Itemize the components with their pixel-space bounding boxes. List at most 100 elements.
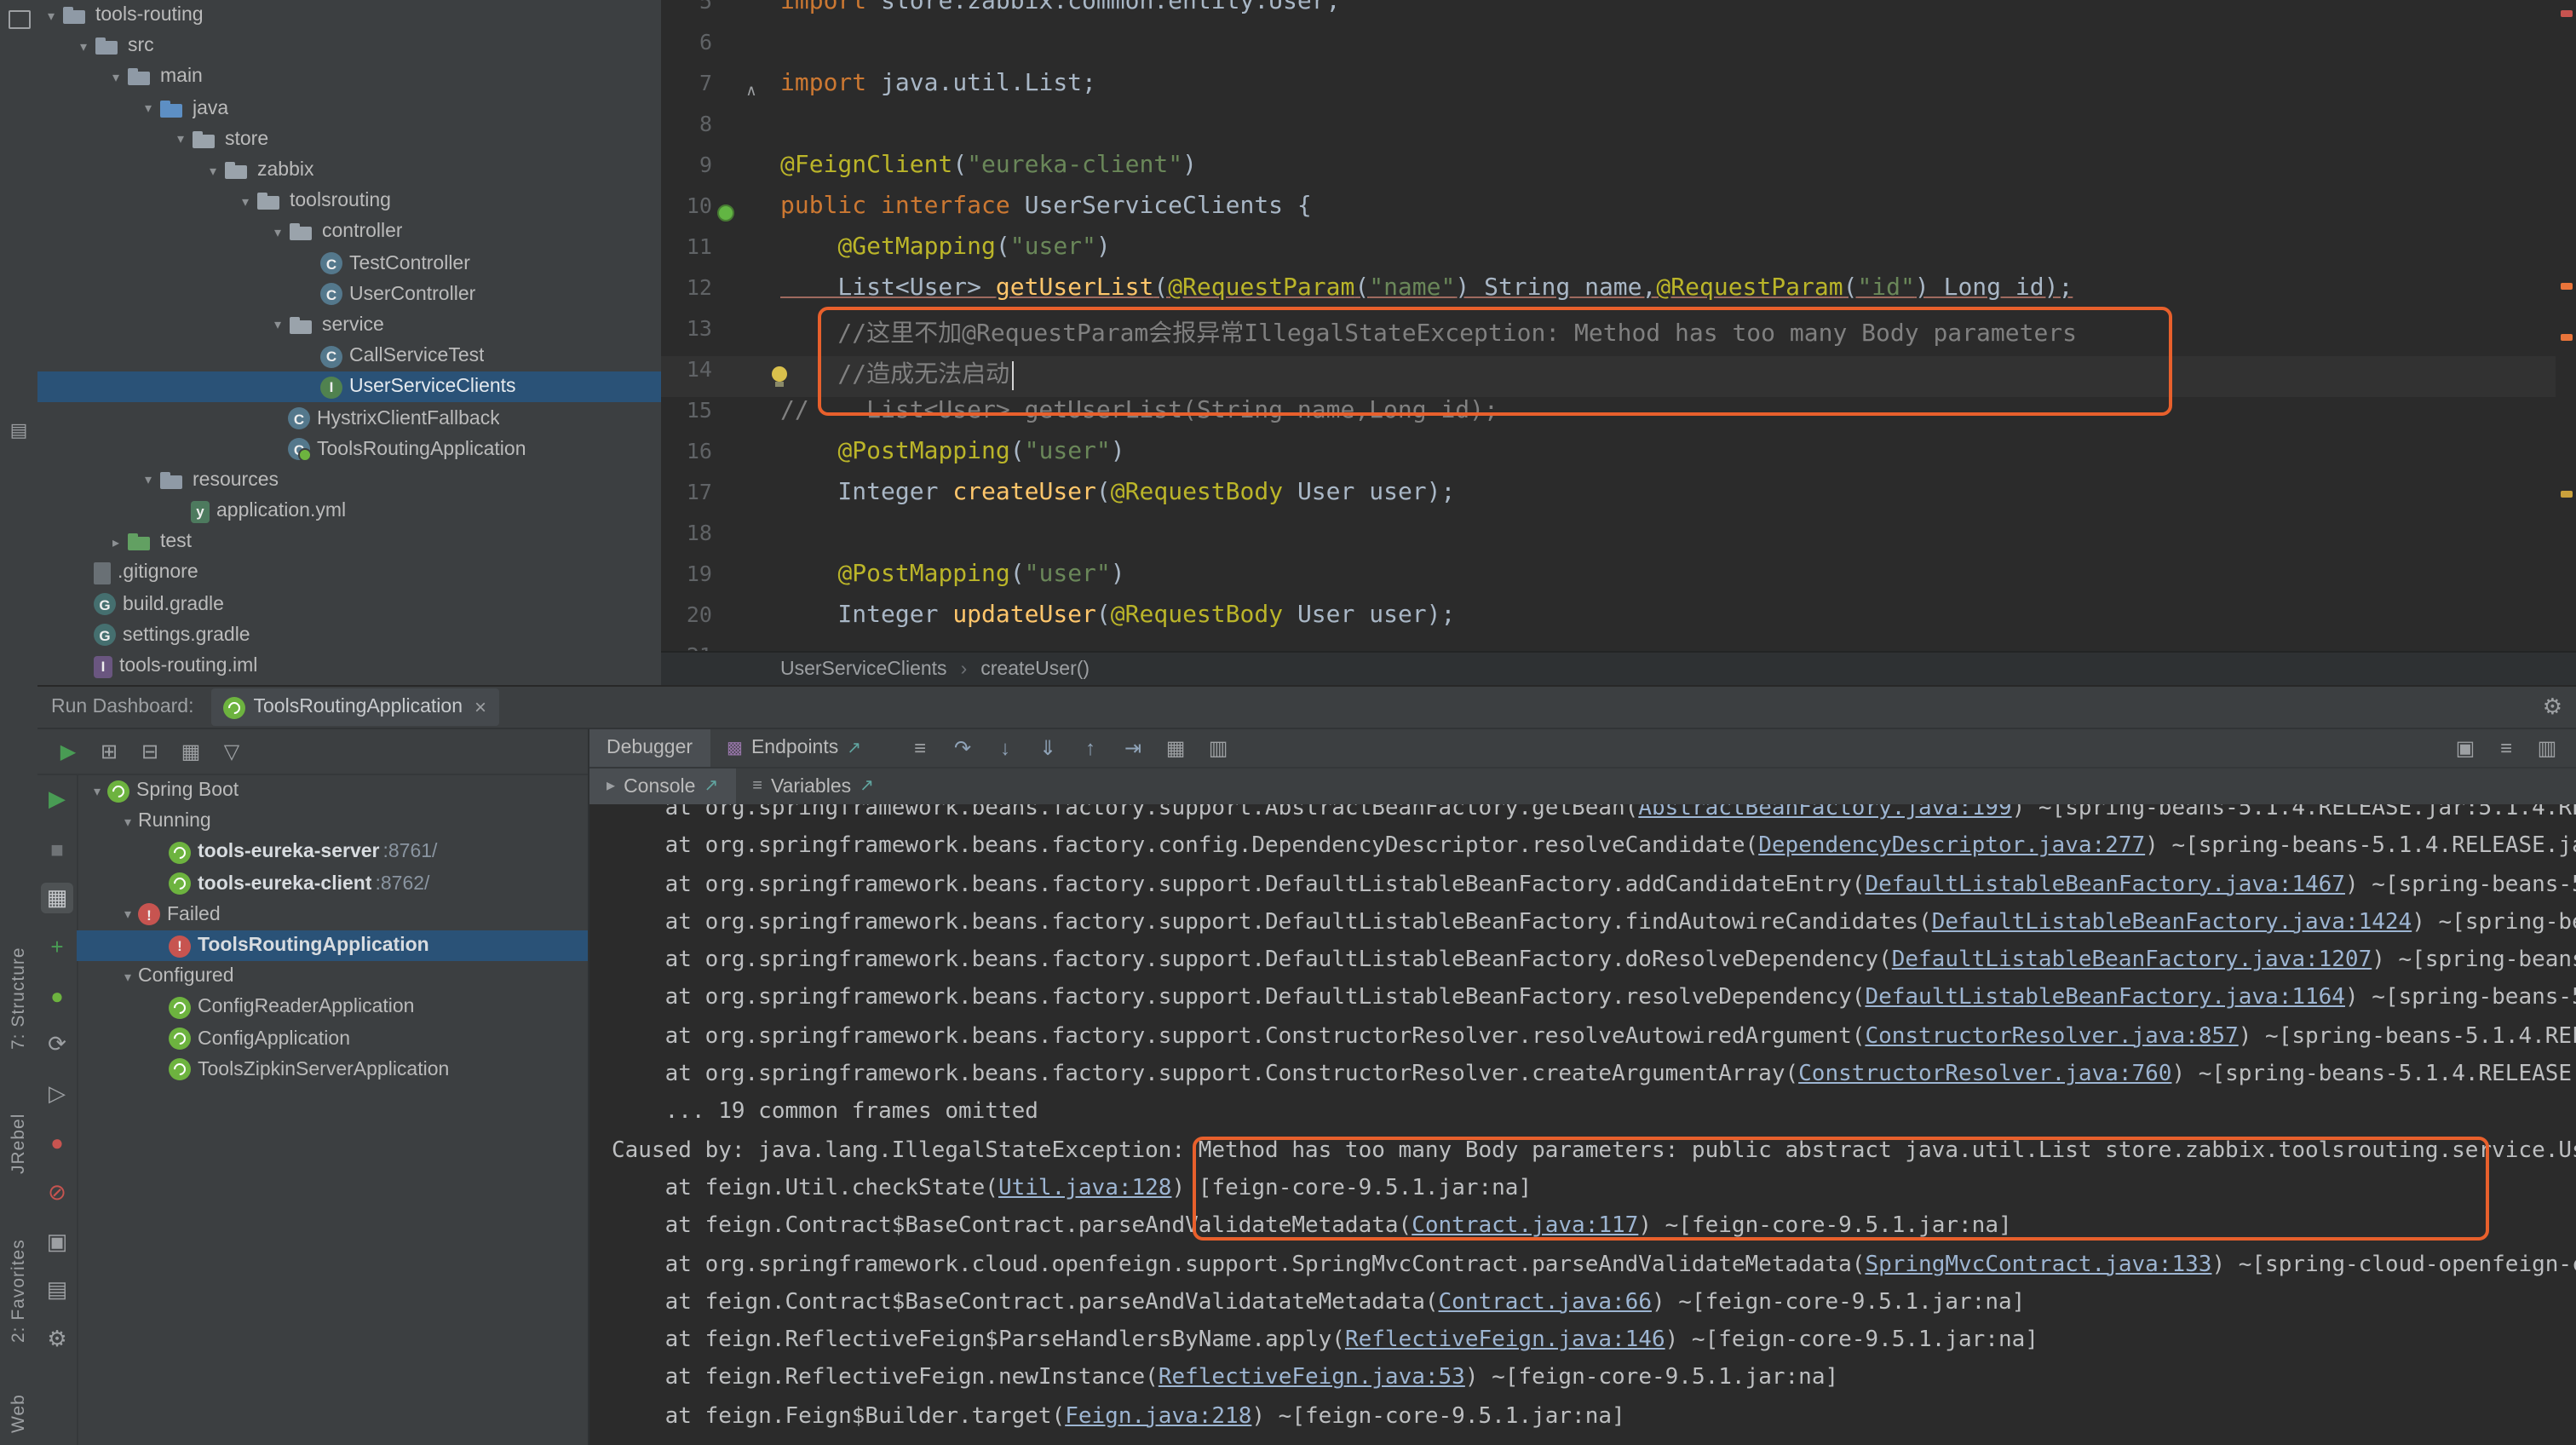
tree-item[interactable]: ▾ main <box>37 62 661 93</box>
breadcrumb-class[interactable]: UserServiceClients <box>780 659 947 679</box>
tree-item[interactable]: I UserServiceClients <box>37 371 661 403</box>
tree-item[interactable]: ▾ service <box>37 310 661 341</box>
stack-trace-link[interactable]: DefaultListableBeanFactory.java:1424 <box>1932 910 2412 936</box>
project-tool-icon[interactable] <box>9 10 31 29</box>
run-tab-toolsroutingapplication[interactable]: ToolsRoutingApplication × <box>210 688 499 726</box>
chevron-icon[interactable]: ▾ <box>267 225 288 240</box>
screenshot-icon[interactable]: ▣ <box>37 1217 77 1266</box>
stack-trace-link[interactable]: Contract.java:117 <box>1412 1214 1638 1240</box>
line-number[interactable]: 8 <box>661 111 712 152</box>
restore-layout-icon[interactable]: ▣ <box>2445 736 2486 760</box>
tree-item[interactable]: ▸ test <box>37 527 661 557</box>
code-line[interactable]: 8 <box>661 111 2556 152</box>
external-arrow-icon[interactable]: ↗ <box>860 777 874 796</box>
project-tree-panel[interactable]: ▾ tools-routing ▾ src ▾ main ▾ java ▾ store ▾ zabbi… <box>37 0 663 685</box>
line-number[interactable]: 19 <box>661 561 712 602</box>
tree-item[interactable]: Gbuild.gradle <box>37 589 661 619</box>
stripe-label-structure[interactable]: 7: Structure <box>0 917 37 1080</box>
stack-trace-link[interactable]: SpringMvcContract.java:133 <box>1865 1252 2211 1277</box>
line-number[interactable]: 7 <box>661 70 712 111</box>
chevron-icon[interactable]: ▾ <box>73 39 94 55</box>
build-icon[interactable]: + <box>37 923 77 972</box>
tree-item[interactable]: C UserController <box>37 279 661 309</box>
show-execution-point-icon[interactable]: ≡ <box>899 736 941 760</box>
chevron-icon[interactable]: ▾ <box>118 969 138 984</box>
external-arrow-icon[interactable]: ↗ <box>704 777 718 796</box>
chevron-icon[interactable]: ▾ <box>138 473 158 488</box>
chevron-icon[interactable]: ▾ <box>235 193 256 209</box>
close-icon[interactable]: × <box>474 695 486 719</box>
tree-item[interactable]: tools-eureka-server :8761/ <box>77 838 588 868</box>
stack-trace-link[interactable]: DefaultListableBeanFactory.java:1207 <box>1892 947 2372 973</box>
more-options-icon[interactable]: ▥ <box>2527 736 2567 760</box>
line-number[interactable]: 15 <box>661 397 712 438</box>
tree-item[interactable]: tools-eureka-client :8762/ <box>77 868 588 899</box>
stop-icon[interactable]: ■ <box>37 825 77 874</box>
tree-item[interactable]: ConfigApplication <box>77 1023 588 1054</box>
code-line[interactable]: 11 @GetMapping("user") <box>661 233 2556 274</box>
tab-endpoints[interactable]: ▩ Endpoints ↗ <box>710 729 878 767</box>
chevron-icon[interactable]: ▾ <box>203 163 223 178</box>
stack-trace-link[interactable]: ReflectiveFeign.java:146 <box>1345 1327 1665 1353</box>
tree-item[interactable]: Gsettings.gradle <box>37 620 661 651</box>
stack-trace-link[interactable]: DefaultListableBeanFactory.java:1467 <box>1865 872 2345 897</box>
stack-trace-link[interactable]: ConstructorResolver.java:857 <box>1865 1024 2238 1050</box>
code-line[interactable]: 10 public interface UserServiceClients { <box>661 193 2556 233</box>
tree-item[interactable]: ConfigReaderApplication <box>77 993 588 1023</box>
tree-item[interactable]: ! ToolsRoutingApplication <box>77 930 588 962</box>
code-line[interactable]: 15 // List<User> getUserList(String name,… <box>661 397 2556 438</box>
stack-trace-link[interactable]: Feign.java:218 <box>1065 1404 1251 1430</box>
code-line[interactable]: 19 @PostMapping("user") <box>661 561 2556 602</box>
layout-settings-icon[interactable]: ▥ <box>1197 736 1239 760</box>
tree-item[interactable]: y application.yml <box>37 496 661 527</box>
chevron-icon[interactable]: ▾ <box>118 907 138 923</box>
tree-item[interactable]: ▾ store <box>37 124 661 155</box>
stack-trace-link[interactable]: DependencyDescriptor.java:277 <box>1758 834 2145 860</box>
tab-console[interactable]: ▸ Console ↗ <box>589 769 736 804</box>
code-line[interactable]: 14 //造成无法启动 <box>661 356 2556 397</box>
grid-icon[interactable]: ▤ <box>37 1266 77 1315</box>
record-icon[interactable]: ● <box>37 1119 77 1168</box>
line-number[interactable]: 9 <box>661 152 712 193</box>
stripe-mark[interactable] <box>2561 334 2573 341</box>
line-number[interactable]: 12 <box>661 274 712 315</box>
mute-breakpoints-icon[interactable]: ⊘ <box>37 1168 77 1218</box>
filter-icon[interactable]: ▽ <box>211 740 252 763</box>
tree-item[interactable]: ▾ tools-routing <box>37 0 661 31</box>
structure-icon[interactable]: ▤ <box>0 419 37 441</box>
intention-bulb-icon[interactable] <box>772 366 787 387</box>
tree-item[interactable]: C TestController <box>37 248 661 279</box>
chevron-icon[interactable]: ▾ <box>118 815 138 830</box>
code-line[interactable]: 9 @FeignClient("eureka-client") <box>661 152 2556 193</box>
code-editor[interactable]: 5 import store.zabbix.common.entity.User;… <box>661 0 2576 651</box>
code-line[interactable]: 12 List<User> getUserList(@RequestParam(… <box>661 274 2556 315</box>
group-by-icon[interactable]: ▦ <box>170 740 211 763</box>
evaluate-expression-icon[interactable]: ▦ <box>1154 736 1197 760</box>
code-line[interactable]: 16 @PostMapping("user") <box>661 438 2556 479</box>
run-dashboard-tree-panel[interactable]: ▶ ⊞ ⊟ ▦ ▽ ▶ ■ ▦ + ● ⟳ ▷ ● ⊘ ▣ ▤ ⚙ ▾ Spring Boot ▾ Running t… <box>37 729 588 1445</box>
dashboard-view-icon[interactable]: ▦ <box>37 873 77 923</box>
tree-item[interactable]: .gitignore <box>37 558 661 589</box>
stack-trace-link[interactable]: Contract.java:66 <box>1439 1290 1652 1315</box>
code-line[interactable]: 18 <box>661 520 2556 561</box>
chevron-icon[interactable]: ▾ <box>87 783 107 798</box>
chevron-icon[interactable]: ▾ <box>138 101 158 116</box>
collapse-all-icon[interactable]: ⊟ <box>129 740 170 763</box>
console-output[interactable]: at org.springframework.beans.factory.sup… <box>589 804 2576 1445</box>
run-icon[interactable]: ▶ <box>48 740 89 763</box>
line-number[interactable]: 20 <box>661 602 712 642</box>
code-line[interactable]: 7 ∧ import java.util.List; <box>661 70 2556 111</box>
stripe-mark[interactable] <box>2561 491 2573 498</box>
tree-item[interactable]: ▾ zabbix <box>37 155 661 186</box>
line-number[interactable]: 18 <box>661 520 712 561</box>
tree-item[interactable]: ▾ Configured <box>77 961 588 992</box>
rerun-icon[interactable]: ▷ <box>37 1070 77 1120</box>
tree-item[interactable]: ▾ controller <box>37 217 661 248</box>
external-arrow-icon[interactable]: ↗ <box>847 739 861 757</box>
tab-variables[interactable]: ≡ Variables ↗ <box>735 769 891 804</box>
line-number[interactable]: 13 <box>661 315 712 356</box>
refresh-icon[interactable]: ⟳ <box>37 1021 77 1070</box>
stripe-label-web[interactable]: Web <box>0 1384 37 1445</box>
tab-debugger[interactable]: Debugger <box>589 729 710 767</box>
code-line[interactable]: 21 <box>661 642 2556 651</box>
